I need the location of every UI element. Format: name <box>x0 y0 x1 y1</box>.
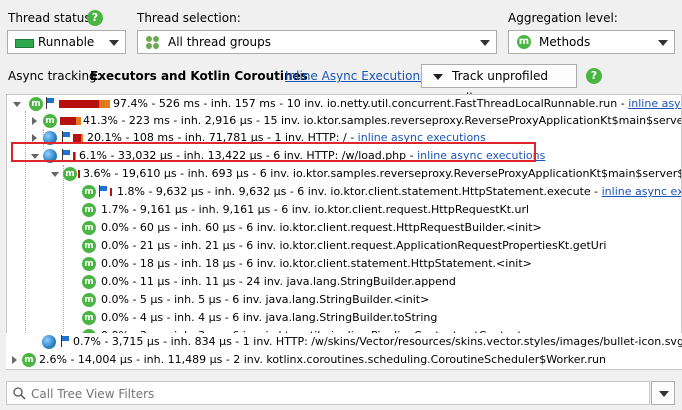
tree-row-text: 0.0% - 11 µs - inh. 11 µs - 24 inv. java… <box>101 275 456 288</box>
chevron-down-icon <box>109 40 119 46</box>
method-icon: m <box>82 257 96 271</box>
tree-row[interactable]: 0.7% - 3,715 µs - inh. 834 µs - 1 inv. H… <box>6 333 682 351</box>
method-icon: m <box>43 114 57 128</box>
tree-row[interactable]: m 97.4% - 526 ms - inh. 157 ms - 10 inv.… <box>7 95 681 113</box>
percentage-bar <box>110 188 112 196</box>
thread-status-label: Thread status: <box>8 11 95 25</box>
collapse-icon[interactable] <box>13 102 21 107</box>
method-icon: m <box>82 221 96 235</box>
aggregation-label: Aggregation level: <box>508 11 618 25</box>
inline-async-executions-link[interactable]: Inline Async Executions <box>285 69 426 83</box>
expand-icon[interactable] <box>12 356 17 364</box>
collapse-icon[interactable] <box>51 172 59 177</box>
tree-row-text: 0.0% - 60 µs - inh. 60 µs - 6 inv. io.kt… <box>101 221 542 234</box>
tree-row-text: 0.7% - 3,715 µs - inh. 834 µs - 1 inv. H… <box>73 335 682 348</box>
method-icon: m <box>82 275 96 289</box>
thread-groups-icon <box>146 36 159 49</box>
expand-icon[interactable] <box>32 117 37 125</box>
method-icon: m <box>82 311 96 325</box>
chevron-down-icon <box>659 391 669 397</box>
async-tracking-help-icon[interactable]: ? <box>586 68 602 84</box>
tree-row[interactable]: m 41.3% - 223 ms - inh. 2,916 µs - 15 in… <box>7 112 682 130</box>
filter-input[interactable] <box>29 384 633 404</box>
tree-row-text: 0.0% - 4 µs - inh. 4 µs - 6 inv. java.la… <box>101 311 438 324</box>
async-flag-icon <box>46 97 55 109</box>
call-tree[interactable]: m 97.4% - 526 ms - inh. 157 ms - 10 inv.… <box>6 94 682 370</box>
filter-dropdown-button[interactable] <box>651 381 675 405</box>
async-tracking-label: Async tracking: <box>8 69 101 83</box>
thread-status-dropdown[interactable]: Runnable <box>7 30 126 54</box>
thread-selection-label: Thread selection: <box>137 11 241 25</box>
tree-row-text: 0.0% - 18 µs - inh. 18 µs - 6 inv. io.kt… <box>101 257 532 270</box>
async-tracking-mode: Executors and Kotlin Coroutines <box>90 69 308 83</box>
method-icon: m <box>82 239 96 253</box>
tree-row[interactable]: m 0.0% - 5 µs - inh. 5 µs - 6 inv. java.l… <box>7 291 681 309</box>
chevron-down-icon <box>658 40 668 46</box>
dropdown-arrow-icon <box>433 74 443 80</box>
percentage-bar <box>59 100 110 108</box>
selection-highlight <box>11 142 536 162</box>
thread-status-help-icon[interactable]: ? <box>87 10 103 26</box>
tree-row[interactable]: m 1.7% - 9,161 µs - inh. 9,161 µs - 6 inv… <box>7 201 681 219</box>
tree-row-text: 41.3% - 223 ms - inh. 2,916 µs - 15 inv.… <box>83 114 682 127</box>
search-icon <box>13 387 26 400</box>
thread-selection-dropdown[interactable]: All thread groups <box>137 30 497 54</box>
tree-row[interactable]: m 3.6% - 19,610 µs - inh. 693 µs - 6 inv… <box>7 165 682 183</box>
tree-row[interactable]: m 0.0% - 11 µs - inh. 11 µs - 24 inv. jav… <box>7 273 681 291</box>
async-flag-icon <box>99 185 108 197</box>
percentage-bar <box>78 170 80 178</box>
tree-row[interactable]: m 0.0% - 21 µs - inh. 21 µs - 6 inv. io.k… <box>7 237 681 255</box>
tree-row[interactable]: m 0.0% - 60 µs - inh. 60 µs - 6 inv. io.k… <box>7 219 681 237</box>
tree-row-text: 0.0% - 5 µs - inh. 5 µs - 6 inv. java.la… <box>101 293 430 306</box>
tree-row-text: 1.7% - 9,161 µs - inh. 9,161 µs - 6 inv.… <box>101 203 530 216</box>
tree-row[interactable]: m 0.0% - 4 µs - inh. 4 µs - 6 inv. java.l… <box>7 309 681 327</box>
inline-async-link[interactable]: inline async execu <box>602 185 681 198</box>
aggregation-dropdown[interactable]: m Methods <box>508 30 675 54</box>
thread-selection-value: All thread groups <box>168 35 271 49</box>
tree-row-text: 2.6% - 14,004 µs - inh. 11,489 µs - 2 in… <box>39 353 606 366</box>
async-flag-icon <box>61 335 70 347</box>
call-tree-filter-field[interactable] <box>6 381 650 405</box>
expand-icon[interactable] <box>32 134 37 142</box>
method-icon: m <box>63 167 77 181</box>
tree-row[interactable]: m 1.8% - 9,632 µs - inh. 9,632 µs - 6 in… <box>7 183 681 201</box>
globe-icon <box>42 335 56 349</box>
percentage-bar <box>60 117 81 125</box>
tree-row[interactable]: m 0.0% - 18 µs - inh. 18 µs - 6 inv. io.k… <box>7 255 681 273</box>
inline-async-link[interactable]: inline async exe <box>628 97 681 110</box>
tree-row-text: 3.6% - 19,610 µs - inh. 693 µs - 6 inv. … <box>83 167 682 180</box>
method-icon: m <box>22 353 36 367</box>
tree-row-text: 97.4% - 526 ms - inh. 157 ms - 10 inv. i… <box>113 97 629 110</box>
method-icon: m <box>29 97 43 111</box>
tree-row-text: 1.8% - 9,632 µs - inh. 9,632 µs - 6 inv.… <box>117 185 602 198</box>
tree-row-text: 0.0% - 21 µs - inh. 21 µs - 6 inv. io.kt… <box>101 239 607 252</box>
tree-row[interactable]: m 2.6% - 14,004 µs - inh. 11,489 µs - 2 … <box>6 351 682 369</box>
thread-status-value: Runnable <box>38 35 95 49</box>
method-icon: m <box>82 185 96 199</box>
runnable-state-icon <box>15 39 34 48</box>
method-icon: m <box>517 35 531 49</box>
method-icon: m <box>82 203 96 217</box>
method-icon: m <box>82 293 96 307</box>
track-unprofiled-calls-button[interactable]: Track unprofiled calls <box>421 64 577 105</box>
chevron-down-icon <box>480 40 490 46</box>
percentage-bar <box>73 134 83 142</box>
aggregation-value: Methods <box>539 35 591 49</box>
